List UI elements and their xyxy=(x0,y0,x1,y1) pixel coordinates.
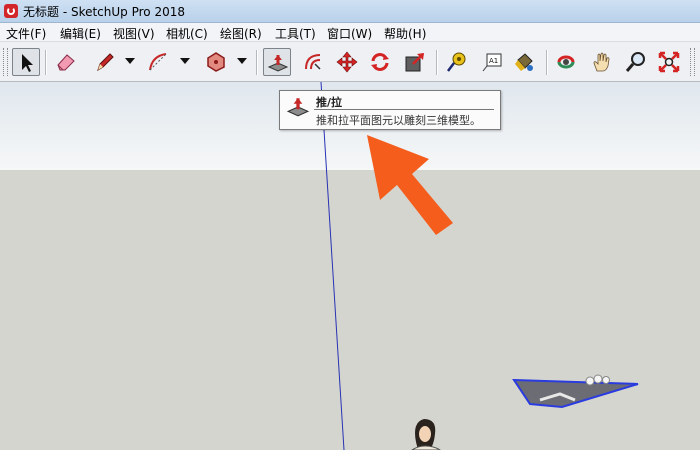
menu-file[interactable]: 文件(F) xyxy=(6,25,46,42)
eraser-tool-button[interactable] xyxy=(52,48,80,76)
toolbar-grip[interactable] xyxy=(3,48,8,76)
toolbar: A1 xyxy=(0,42,700,82)
push-pull-icon xyxy=(286,98,310,117)
zoom-extents-tool-button[interactable] xyxy=(655,48,683,76)
menu-tools[interactable]: 工具(T) xyxy=(275,25,316,42)
push-pull-icon xyxy=(267,55,289,72)
rotate-tool-button[interactable] xyxy=(366,48,394,76)
scene-overlay xyxy=(320,82,639,450)
toolbar-separator xyxy=(45,50,47,75)
select-tool-button[interactable] xyxy=(12,48,40,76)
drawing-viewport[interactable]: 推/拉 推和拉平面图元以雕刻三维模型。 xyxy=(0,82,700,450)
scale-tool-button[interactable] xyxy=(401,48,429,76)
paint-bucket-tool-button[interactable] xyxy=(510,48,538,76)
menu-help[interactable]: 帮助(H) xyxy=(384,25,426,42)
title-bar: 无标题 - SketchUp Pro 2018 xyxy=(0,0,700,23)
move-tool-button[interactable] xyxy=(333,48,361,76)
scale-figure[interactable] xyxy=(411,419,441,450)
toolbar-separator xyxy=(436,50,438,75)
toolbar-separator xyxy=(546,50,548,75)
push-pull-tool-button[interactable] xyxy=(263,48,291,76)
pencil-tool-button[interactable] xyxy=(91,48,119,76)
menu-camera[interactable]: 相机(C) xyxy=(166,25,208,42)
zoom-icon xyxy=(625,52,645,72)
eraser-icon xyxy=(57,54,75,71)
text-icon: A1 xyxy=(482,53,502,72)
menu-view[interactable]: 视图(V) xyxy=(113,25,155,42)
move-icon xyxy=(336,51,358,73)
menu-bar: 文件(F) 编辑(E) 视图(V) 相机(C) 绘图(R) 工具(T) 窗口(W… xyxy=(0,23,700,42)
shapes-tool-button[interactable] xyxy=(202,48,230,76)
arc-icon xyxy=(149,53,167,71)
orbit-tool-button[interactable] xyxy=(552,48,580,76)
tape-measure-tool-button[interactable] xyxy=(443,48,471,76)
rotate-icon xyxy=(371,53,389,71)
orbit-icon xyxy=(557,55,575,69)
paint-bucket-icon xyxy=(515,53,533,71)
menu-edit[interactable]: 编辑(E) xyxy=(60,25,101,42)
pan-hand-icon xyxy=(593,52,610,72)
pencil-icon xyxy=(97,53,114,72)
offset-tool-button[interactable] xyxy=(299,48,327,76)
offset-icon xyxy=(305,54,321,70)
polygon-icon xyxy=(207,52,225,72)
text-tool-label: A1 xyxy=(489,57,498,65)
menu-draw[interactable]: 绘图(R) xyxy=(220,25,262,42)
select-arrow-icon xyxy=(22,54,33,72)
tape-measure-icon xyxy=(447,52,466,72)
blue-axis-line xyxy=(320,82,345,450)
annotation-arrow xyxy=(367,135,453,235)
window-title: 无标题 - SketchUp Pro 2018 xyxy=(23,5,185,19)
tooltip-title: 推/拉 xyxy=(316,96,343,109)
shapes-dropdown-arrow[interactable] xyxy=(237,58,247,64)
tooltip-description: 推和拉平面图元以雕刻三维模型。 xyxy=(316,114,481,127)
tooltip-divider xyxy=(314,109,494,110)
zoom-tool-button[interactable] xyxy=(622,48,650,76)
pan-tool-button[interactable] xyxy=(588,48,616,76)
arc-tool-button[interactable] xyxy=(144,48,172,76)
menu-window[interactable]: 窗口(W) xyxy=(327,25,372,42)
model-shape[interactable] xyxy=(512,378,639,409)
push-pull-tooltip: 推/拉 推和拉平面图元以雕刻三维模型。 xyxy=(279,90,501,130)
pencil-dropdown-arrow[interactable] xyxy=(125,58,135,64)
text-tool-button[interactable]: A1 xyxy=(478,48,506,76)
toolbar-separator xyxy=(256,50,258,75)
arc-dropdown-arrow[interactable] xyxy=(180,58,190,64)
scale-icon xyxy=(405,53,424,72)
sketchup-app-icon[interactable] xyxy=(4,4,18,18)
zoom-extents-icon xyxy=(658,51,680,73)
toolbar-grip-right[interactable] xyxy=(690,48,695,76)
